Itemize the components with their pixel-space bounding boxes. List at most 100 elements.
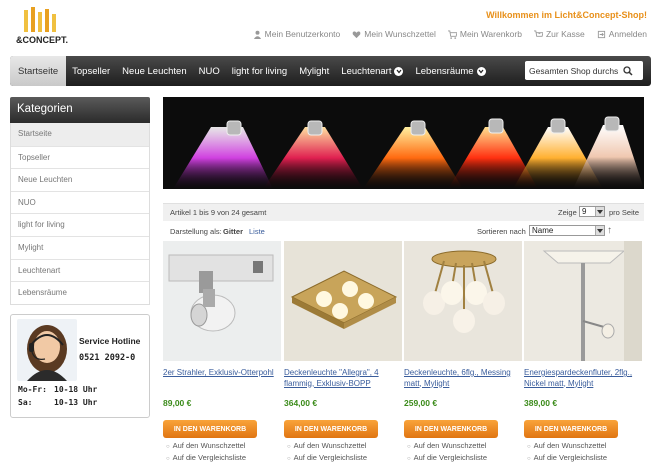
account-link-label: Mein Benutzerkonto: [264, 29, 341, 39]
add-to-wishlist-link[interactable]: Auf den Wunschzettel: [527, 441, 642, 450]
login-icon: [597, 30, 605, 38]
nav-item-light-for-living[interactable]: light for living: [226, 56, 293, 86]
nav-item-startseite[interactable]: Startseite: [10, 56, 67, 86]
nav-item-lebensraeume[interactable]: Lebensräume: [409, 56, 491, 86]
view-list-link[interactable]: Liste: [249, 227, 265, 236]
product-name-link[interactable]: Deckenleuchte "Allegra", 4 flammig, Exkl…: [284, 368, 402, 392]
hours-row: Mo-Fr: 10-18 Uhr: [18, 385, 97, 394]
product-card: 2er Strahler, Exklusiv-Otterpohl 89,00 €…: [163, 241, 281, 462]
nav-item-leuchtenart-label: Leuchtenart: [341, 65, 392, 77]
chevron-down-icon: [394, 66, 404, 76]
product-name-link[interactable]: Deckenleuchte, 6flg., Messing matt, Myli…: [404, 368, 522, 392]
account-link[interactable]: Mein Benutzerkonto: [253, 29, 341, 39]
lamps-banner-image[interactable]: [163, 97, 644, 189]
hours-time: 10-13 Uhr: [54, 398, 98, 407]
shop-logo[interactable]: &CONCEPT.: [14, 6, 72, 46]
nav-item-neue-leuchten[interactable]: Neue Leuchten: [116, 56, 192, 86]
product-price: 364,00 €: [284, 398, 318, 408]
category-light-for-living[interactable]: light for living: [11, 213, 149, 236]
checkout-link-label: Zur Kasse: [545, 29, 585, 39]
heart-icon: [352, 30, 361, 38]
dropdown-arrow-icon: [595, 207, 604, 216]
category-neue-leuchten[interactable]: Neue Leuchten: [11, 168, 149, 191]
product-image[interactable]: [284, 241, 402, 361]
hours-days: Mo-Fr:: [18, 385, 47, 394]
product-image[interactable]: [404, 241, 522, 361]
sort-value: Name: [532, 226, 554, 235]
search-input[interactable]: [525, 62, 621, 79]
category-startseite[interactable]: Startseite: [11, 123, 149, 146]
nav-item-leuchtenart[interactable]: Leuchtenart: [335, 56, 409, 86]
product-card: Energiespardeckenfluter, 2flg., Nickel m…: [524, 241, 642, 462]
view-toolbar: Darstellung als: Gitter Liste Sortieren …: [163, 223, 644, 241]
dropdown-arrow-icon: [595, 226, 604, 235]
account-links: Mein Benutzerkonto Mein Wunschzettel Mei…: [253, 29, 647, 39]
add-to-compare-link[interactable]: Auf die Vergleichsliste: [407, 453, 522, 462]
sort-select[interactable]: Name: [529, 225, 605, 236]
service-hotline-box: Service Hotline 0521 2092-0 Mo-Fr: 10-18…: [10, 314, 150, 418]
cart-link-label: Mein Warenkorb: [459, 29, 522, 39]
hours-time: 10-18 Uhr: [54, 385, 98, 394]
category-lebensraeume[interactable]: Lebensräume: [11, 281, 149, 304]
hotline-phone: 0521 2092-0: [79, 353, 136, 363]
nav-item-lebensraeume-label: Lebensräume: [415, 65, 474, 77]
item-count: Artikel 1 bis 9 von 24 gesamt: [170, 208, 267, 217]
nav-item-nuo[interactable]: NUO: [193, 56, 226, 86]
add-to-compare-link[interactable]: Auf die Vergleichsliste: [527, 453, 642, 462]
user-icon: [253, 30, 261, 39]
nav-item-topseller[interactable]: Topseller: [66, 56, 116, 86]
product-card: Deckenleuchte "Allegra", 4 flammig, Exkl…: [284, 241, 402, 462]
view-grid[interactable]: Gitter: [223, 227, 243, 236]
view-label: Darstellung als:: [170, 227, 222, 236]
product-price: 259,00 €: [404, 398, 438, 408]
add-to-cart-button[interactable]: IN DEN WARENKORB: [524, 420, 618, 438]
per-page-value: 9: [582, 207, 587, 216]
add-to-wishlist-link[interactable]: Auf den Wunschzettel: [166, 441, 281, 450]
add-to-wishlist-link[interactable]: Auf den Wunschzettel: [407, 441, 522, 450]
product-price: 389,00 €: [524, 398, 558, 408]
per-page-select[interactable]: 9: [579, 206, 605, 217]
chevron-down-icon: [476, 66, 486, 76]
svg-text:&CONCEPT.: &CONCEPT.: [16, 35, 68, 45]
search-box: [525, 61, 643, 80]
add-to-compare-link[interactable]: Auf die Vergleichsliste: [287, 453, 402, 462]
product-name-link[interactable]: Energiespardeckenfluter, 2flg., Nickel m…: [524, 368, 642, 392]
checkout-link[interactable]: Zur Kasse: [533, 29, 585, 39]
category-topseller[interactable]: Topseller: [11, 145, 149, 169]
product-price: 89,00 €: [163, 398, 192, 408]
categories-list: Startseite Topseller Neue Leuchten NUO l…: [10, 123, 150, 305]
add-to-cart-button[interactable]: IN DEN WARENKORB: [404, 420, 498, 438]
sort-label: Sortieren nach: [477, 227, 526, 236]
product-card: Deckenleuchte, 6flg., Messing matt, Myli…: [404, 241, 522, 462]
categories-title: Kategorien: [10, 97, 150, 123]
hotline-title: Service Hotline: [79, 336, 141, 346]
add-to-compare-link[interactable]: Auf die Vergleichsliste: [166, 453, 281, 462]
product-image[interactable]: [524, 241, 642, 361]
search-icon[interactable]: [621, 64, 635, 78]
add-to-cart-button[interactable]: IN DEN WARENKORB: [284, 420, 378, 438]
login-link[interactable]: Anmelden: [597, 29, 647, 39]
pager-toolbar: Artikel 1 bis 9 von 24 gesamt Zeige 9 pr…: [163, 203, 644, 221]
hotline-agent-avatar: [17, 319, 77, 381]
nav-item-mylight[interactable]: Mylight: [293, 56, 335, 86]
wishlist-link-label: Mein Wunschzettel: [364, 29, 436, 39]
product-name-link[interactable]: 2er Strahler, Exklusiv-Otterpohl: [163, 368, 281, 392]
product-image[interactable]: [163, 241, 281, 361]
show-label: Zeige: [558, 208, 577, 217]
wishlist-link[interactable]: Mein Wunschzettel: [352, 29, 436, 39]
cart-icon: [447, 29, 457, 39]
hours-row: Sa: 10-13 Uhr: [18, 398, 97, 407]
category-mylight[interactable]: Mylight: [11, 235, 149, 259]
login-link-label: Anmelden: [608, 29, 647, 39]
cart-link[interactable]: Mein Warenkorb: [447, 29, 522, 39]
category-leuchtenart[interactable]: Leuchtenart: [11, 258, 149, 282]
add-to-wishlist-link[interactable]: Auf den Wunschzettel: [287, 441, 402, 450]
checkout-icon: [533, 29, 543, 37]
sort-direction-icon[interactable]: ↑: [607, 225, 612, 236]
welcome-message: Willkommen im Licht&Concept-Shop!: [486, 10, 647, 20]
per-page-label: pro Seite: [609, 208, 640, 217]
add-to-cart-button[interactable]: IN DEN WARENKORB: [163, 420, 257, 438]
category-nuo[interactable]: NUO: [11, 190, 149, 214]
hours-days: Sa:: [18, 398, 33, 407]
main-navigation: Startseite Topseller Neue Leuchten NUO l…: [10, 56, 651, 86]
